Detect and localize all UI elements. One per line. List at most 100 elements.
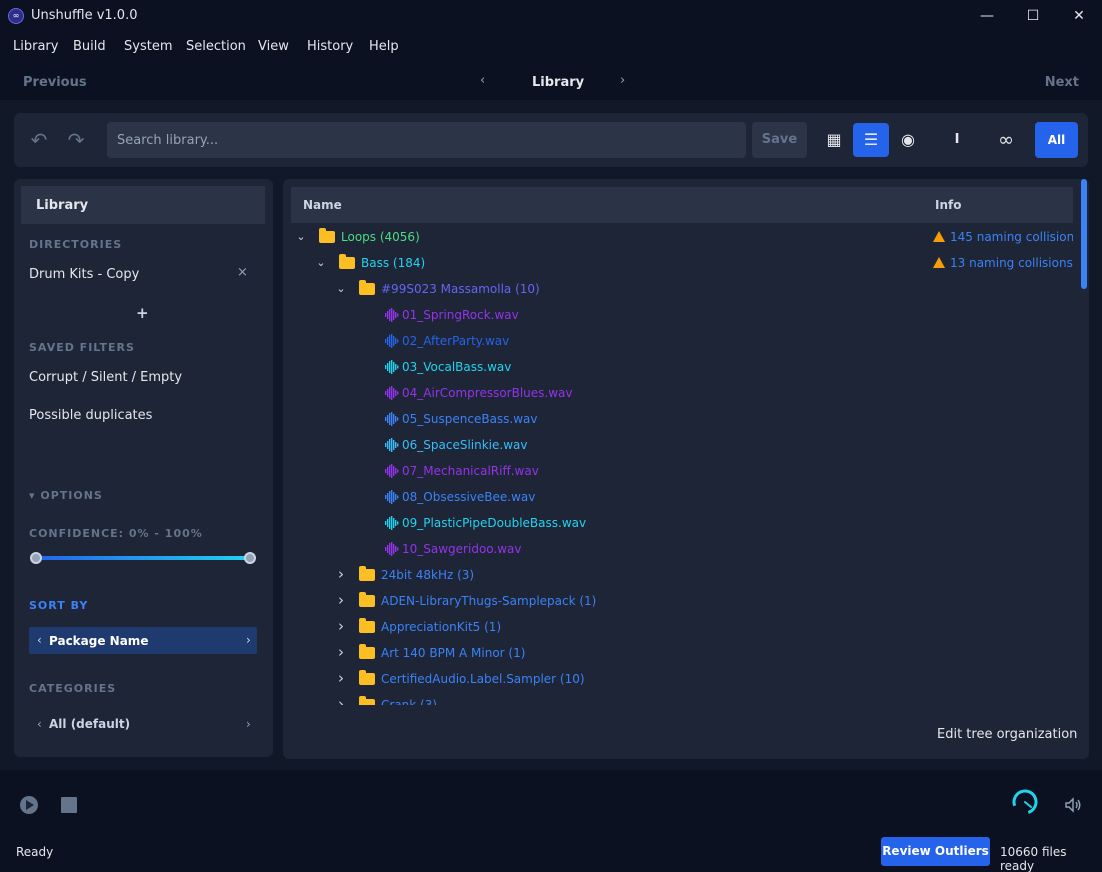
chevron-right-icon[interactable]: › xyxy=(335,695,347,705)
tree-file-row[interactable]: 03_VocalBass.wav xyxy=(291,355,1073,381)
folder-label: Art 140 BPM A Minor (1) xyxy=(381,646,526,660)
tree-folder-row[interactable]: › AppreciationKit5 (1) xyxy=(291,615,1073,641)
folder-icon xyxy=(359,566,375,581)
chevron-down-icon[interactable]: ⌄ xyxy=(335,282,347,295)
app-title: Unshuffle v1.0.0 xyxy=(31,8,138,23)
tree-folder-row[interactable]: › Crank (3) xyxy=(291,693,1073,705)
grid-view-icon[interactable]: ▦ xyxy=(816,123,852,157)
confidence-label: CONFIDENCE: 0% - 100% xyxy=(29,527,203,540)
all-filter-button[interactable]: All xyxy=(1035,122,1078,158)
directory-item[interactable]: Drum Kits - Copy xyxy=(29,267,139,282)
tree-scrollbar[interactable] xyxy=(1081,179,1087,289)
chevron-down-icon[interactable]: ⌄ xyxy=(295,230,307,243)
folder-icon xyxy=(319,228,335,243)
confidence-max-handle[interactable] xyxy=(244,552,256,564)
stop-button[interactable] xyxy=(61,797,77,813)
save-button[interactable]: Save xyxy=(752,122,807,158)
disc-icon[interactable]: ◉ xyxy=(890,123,926,157)
chevron-right-icon[interactable]: › xyxy=(335,591,347,609)
tree-folder-row[interactable]: ⌄ Loops (4056) 145 naming collisions xyxy=(291,225,1073,251)
chevron-right-icon[interactable]: › xyxy=(335,617,347,635)
menu-system[interactable]: System xyxy=(124,39,172,54)
files-ready-count: 10660 files ready xyxy=(1000,845,1067,872)
folder-icon xyxy=(339,254,355,269)
maximize-button[interactable]: ☐ xyxy=(1010,0,1056,32)
saved-filters-label: SAVED FILTERS xyxy=(29,341,135,354)
menu-library[interactable]: Library xyxy=(13,39,58,54)
file-label: 09_PlasticPipeDoubleBass.wav xyxy=(402,516,587,530)
tree-folder-row[interactable]: ⌄ Bass (184) 13 naming collisions xyxy=(291,251,1073,277)
undo-icon[interactable]: ↶ xyxy=(26,127,52,153)
menu-view[interactable]: View xyxy=(258,39,289,54)
tree-file-row[interactable]: 05_SuspenceBass.wav xyxy=(291,407,1073,433)
tree-folder-row[interactable]: › CertifiedAudio.Label.Sampler (10) xyxy=(291,667,1073,693)
tree-file-row[interactable]: 01_SpringRock.wav xyxy=(291,303,1073,329)
single-shot-icon[interactable]: I xyxy=(939,123,975,157)
edit-tree-organization-link[interactable]: Edit tree organization xyxy=(937,727,1077,742)
column-header-info[interactable]: Info xyxy=(935,198,961,212)
review-outliers-button[interactable]: Review Outliers xyxy=(881,837,990,866)
sort-by-label: SORT BY xyxy=(29,599,89,612)
tree-file-row[interactable]: 07_MechanicalRiff.wav xyxy=(291,459,1073,485)
tree-folder-row[interactable]: › 24bit 48kHz (3) xyxy=(291,563,1073,589)
tree-file-row[interactable]: 04_AirCompressorBlues.wav xyxy=(291,381,1073,407)
nav-right-arrow-icon[interactable]: › xyxy=(620,73,625,88)
tree-list: ⌄ Loops (4056) 145 naming collisions ⌄ Bass … xyxy=(291,225,1073,705)
tree-folder-row[interactable]: › ADEN-LibraryThugs-Samplepack (1) xyxy=(291,589,1073,615)
left-panel xyxy=(14,179,273,757)
add-directory-icon[interactable]: + xyxy=(136,304,149,322)
nav-left-arrow-icon[interactable]: ‹ xyxy=(480,73,485,88)
menu-build[interactable]: Build xyxy=(73,39,106,54)
column-header-name[interactable]: Name xyxy=(303,198,342,212)
category-next-icon[interactable]: › xyxy=(246,717,251,731)
audio-waveform-icon xyxy=(385,516,399,530)
redo-icon[interactable]: ↷ xyxy=(63,127,89,153)
tree-file-row[interactable]: 08_ObsessiveBee.wav xyxy=(291,485,1073,511)
sort-prev-icon[interactable]: ‹ xyxy=(37,633,42,647)
menu-history[interactable]: History xyxy=(307,39,353,54)
chevron-down-icon[interactable]: ⌄ xyxy=(315,256,327,269)
saved-filter-duplicates[interactable]: Possible duplicates xyxy=(29,408,152,423)
chevron-right-icon[interactable]: › xyxy=(335,565,347,583)
info-text: 145 naming collisions xyxy=(950,230,1073,244)
naming-collision-info[interactable]: 13 naming collisions xyxy=(933,256,1073,270)
category-prev-icon[interactable]: ‹ xyxy=(37,717,42,731)
folder-label: Loops (4056) xyxy=(341,230,420,244)
audio-waveform-icon xyxy=(385,490,399,504)
tree-view-icon[interactable]: ☰ xyxy=(853,123,889,157)
saved-filter-corrupt[interactable]: Corrupt / Silent / Empty xyxy=(29,370,182,385)
naming-collision-info[interactable]: 145 naming collisions xyxy=(933,230,1073,244)
tree-file-row[interactable]: 02_AfterParty.wav xyxy=(291,329,1073,355)
folder-label: Crank (3) xyxy=(381,698,438,705)
page-title: Library xyxy=(532,75,585,90)
volume-icon[interactable] xyxy=(1064,796,1082,814)
options-toggle[interactable]: ▾ OPTIONS xyxy=(29,489,103,502)
close-window-button[interactable]: ✕ xyxy=(1056,0,1102,32)
warning-icon xyxy=(933,257,945,268)
chevron-right-icon[interactable]: › xyxy=(335,669,347,687)
next-button[interactable]: Next xyxy=(1045,75,1079,90)
left-panel-title: Library xyxy=(36,198,89,213)
menu-selection[interactable]: Selection xyxy=(186,39,246,54)
search-input[interactable] xyxy=(107,122,746,158)
tree-folder-row[interactable]: › Art 140 BPM A Minor (1) xyxy=(291,641,1073,667)
minimize-button[interactable]: — xyxy=(964,0,1010,32)
file-label: 01_SpringRock.wav xyxy=(402,308,519,322)
file-label: 10_Sawgeridoo.wav xyxy=(402,542,522,556)
tree-file-row[interactable]: 06_SpaceSlinkie.wav xyxy=(291,433,1073,459)
tree-file-row[interactable]: 09_PlasticPipeDoubleBass.wav xyxy=(291,511,1073,537)
menu-help[interactable]: Help xyxy=(369,39,399,54)
confidence-min-handle[interactable] xyxy=(30,552,42,564)
tree-folder-row[interactable]: ⌄ #99S023 Massamolla (10) xyxy=(291,277,1073,303)
loop-infinity-icon[interactable]: ∞ xyxy=(988,123,1024,157)
previous-button[interactable]: Previous xyxy=(23,75,87,90)
tree-file-row[interactable]: 10_Sawgeridoo.wav xyxy=(291,537,1073,563)
file-label: 06_SpaceSlinkie.wav xyxy=(402,438,528,452)
sort-next-icon[interactable]: › xyxy=(246,633,251,647)
folder-icon xyxy=(359,280,375,295)
confidence-slider[interactable] xyxy=(34,556,252,560)
chevron-right-icon[interactable]: › xyxy=(335,643,347,661)
play-button[interactable] xyxy=(20,796,38,814)
audio-waveform-icon xyxy=(385,308,399,322)
remove-directory-icon[interactable]: × xyxy=(237,265,248,280)
